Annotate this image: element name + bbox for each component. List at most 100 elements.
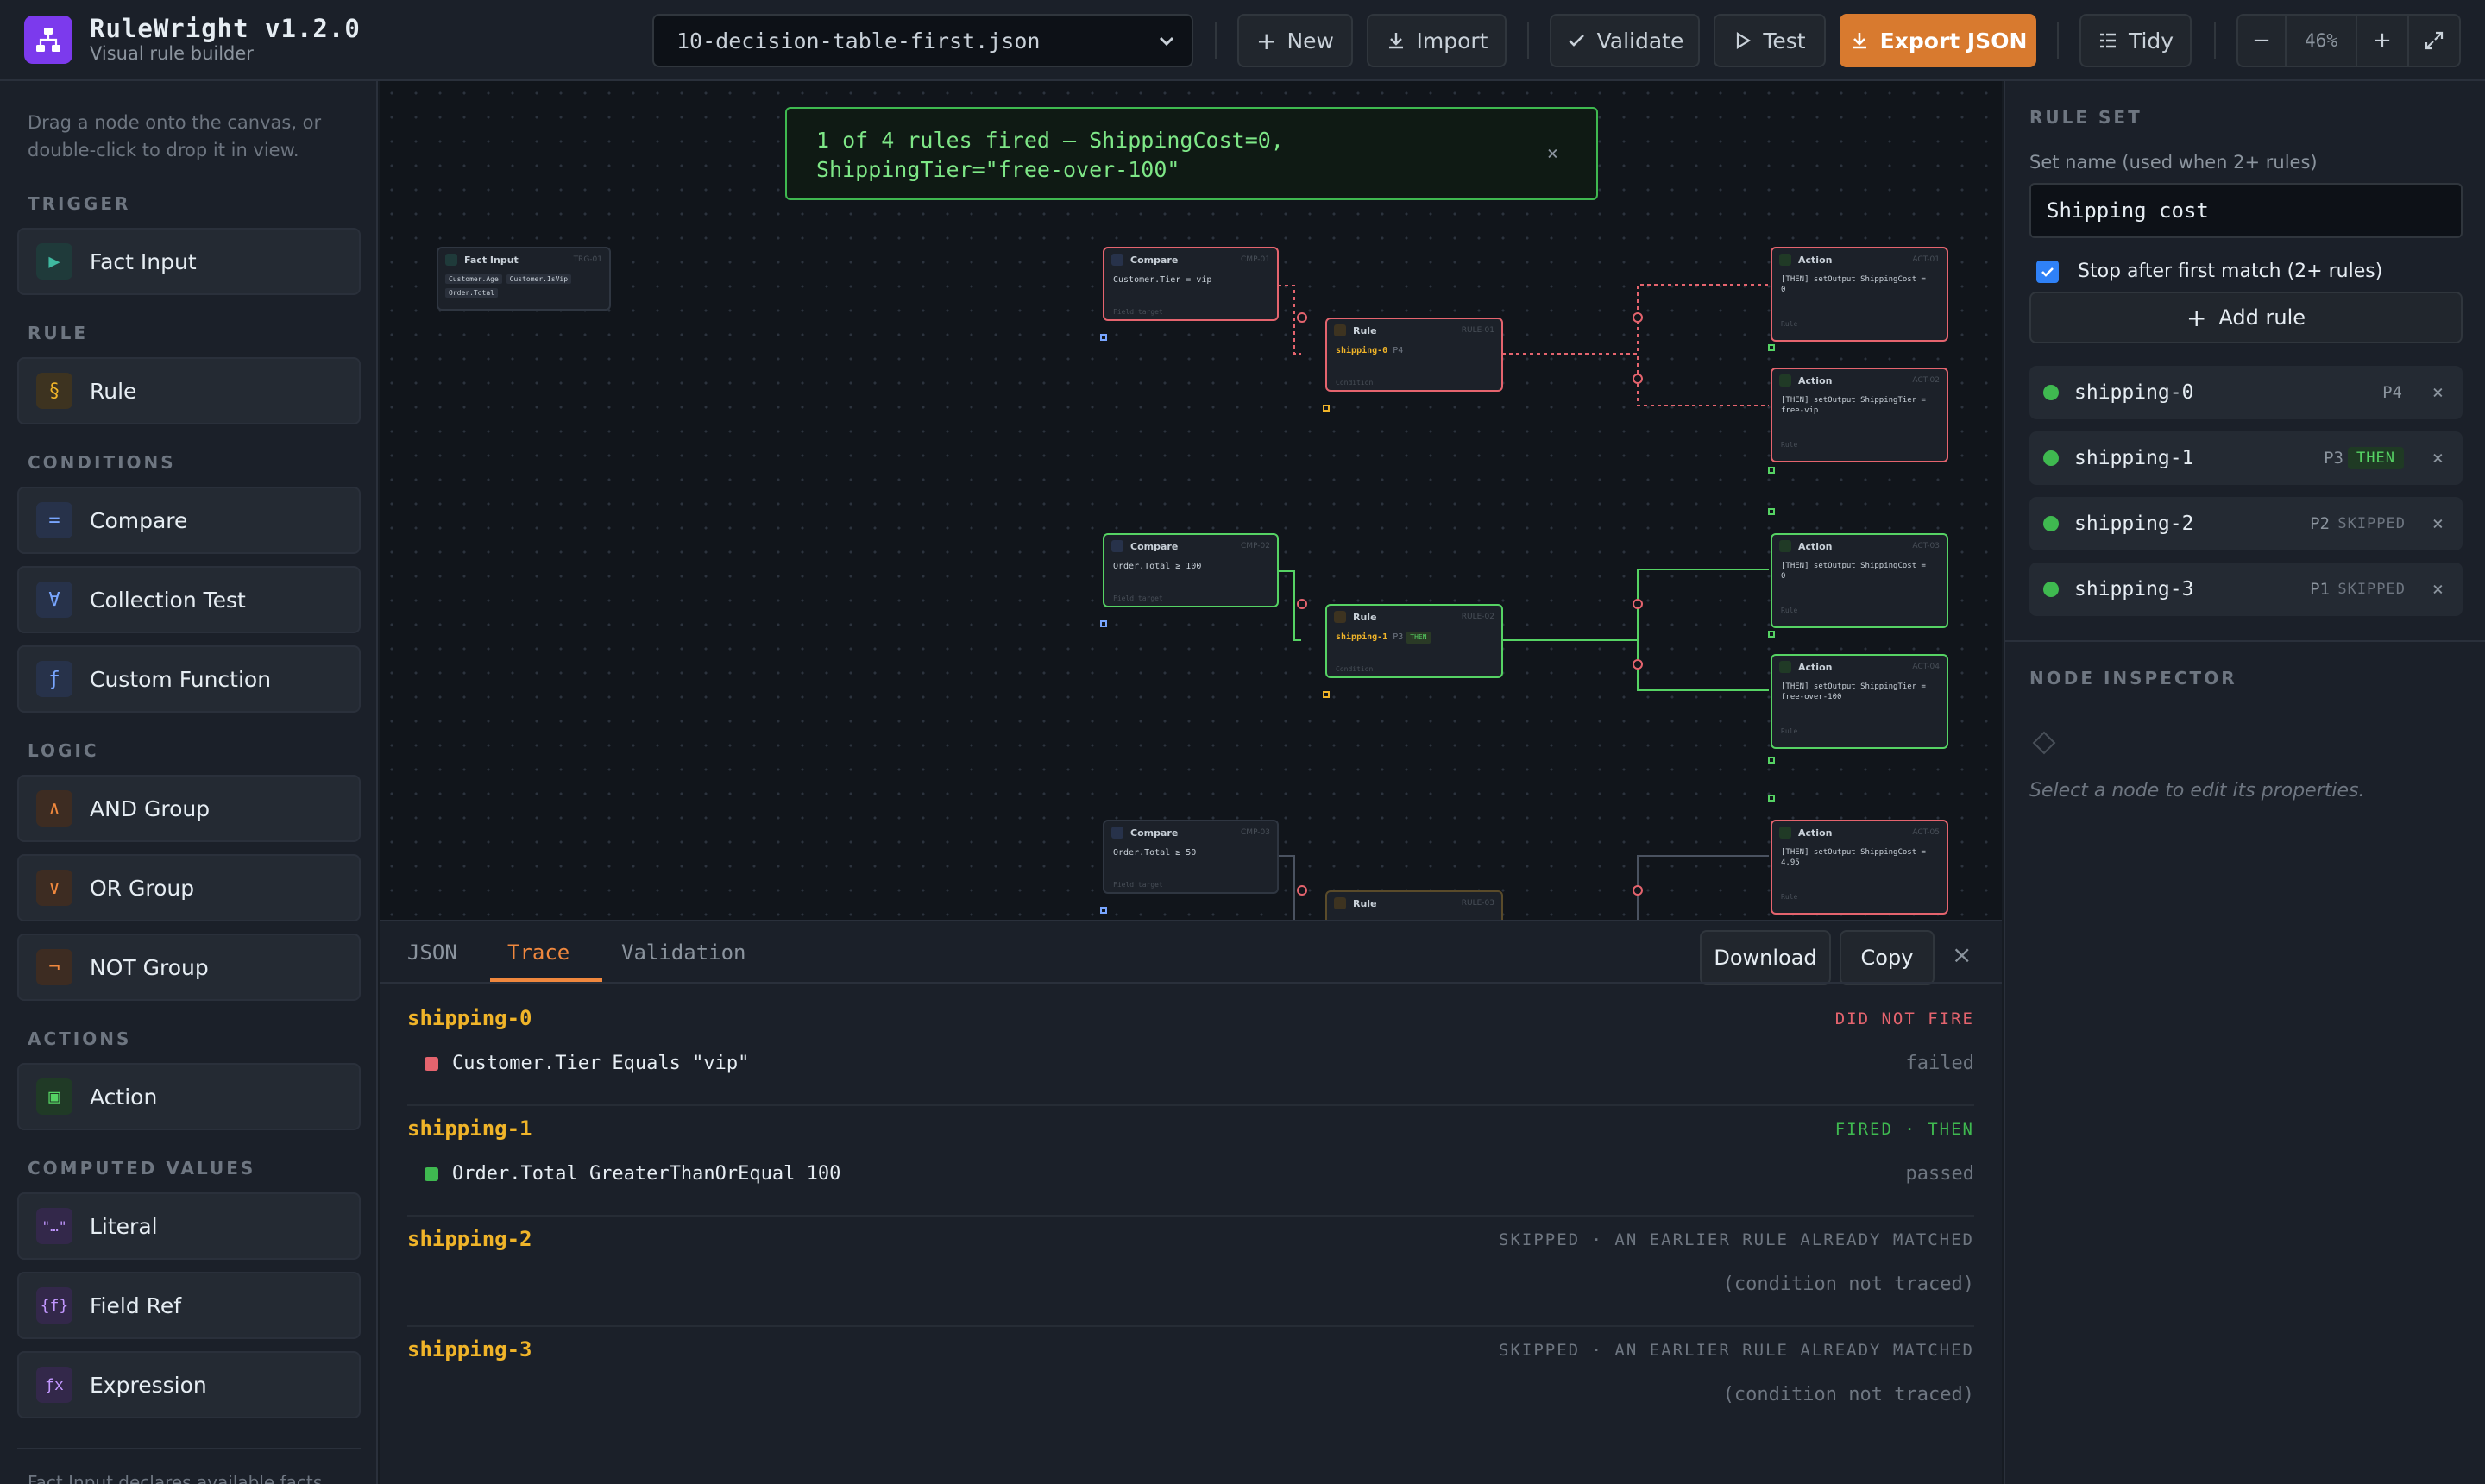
rule-node[interactable]: Rule RULE-01 shipping-0 P4 Condition (1325, 318, 1503, 392)
palette-item-literal[interactable]: "…" Literal (17, 1192, 361, 1260)
action-text: [THEN] setOutput ShippingCost = (1781, 562, 1926, 570)
new-button[interactable]: + New (1237, 14, 1353, 67)
palette-item-fact-input[interactable]: ▶ Fact Input (17, 228, 361, 295)
action-value: 0 (1781, 572, 1786, 581)
validate-button-label: Validate (1596, 28, 1684, 53)
copy-button[interactable]: Copy (1840, 930, 1935, 985)
node-id: ACT-02 (1912, 376, 1940, 385)
stop-after-first-match-checkbox[interactable] (2036, 261, 2059, 283)
compare-icon (1111, 540, 1123, 552)
action-node[interactable]: Action ACT-02 [THEN] setOutput ShippingTi… (1771, 368, 1948, 462)
add-rule-button[interactable]: + Add rule (2029, 292, 2463, 343)
rule-node[interactable]: Rule RULE-02 shipping-1 P3 THEN Condition (1325, 604, 1503, 678)
action-node[interactable]: Action ACT-03 [THEN] setOutput ShippingCo… (1771, 533, 1948, 628)
rule-list-item[interactable]: shipping-3 P1 SKIPPED × (2029, 563, 2463, 616)
remove-rule-button[interactable]: × (2432, 579, 2444, 601)
action-icon (1779, 254, 1791, 266)
edges-layer (1100, 284, 1775, 920)
compare-node[interactable]: Compare CMP-02 Order.Total ≥ 100 Field ta… (1103, 533, 1279, 607)
tab-validation[interactable]: Validation (621, 940, 746, 965)
file-select[interactable]: 10-decision-table-first.json (652, 14, 1193, 67)
rule-list-item[interactable]: shipping-1 P3 THEN × (2029, 431, 2463, 485)
rule-name: shipping-0 (1336, 346, 1388, 355)
palette-item-rule[interactable]: § Rule (17, 357, 361, 424)
palette-item-label: Action (90, 1084, 158, 1110)
action-icon (1779, 661, 1791, 673)
compare-node[interactable]: Compare CMP-01 Customer.Tier = vip Field … (1103, 247, 1279, 321)
palette-item-collection-test[interactable]: ∀ Collection Test (17, 566, 361, 633)
node-title: Action (1798, 254, 1833, 266)
test-result-toast: 1 of 4 rules fired — ShippingCost=0, Shi… (785, 107, 1598, 200)
diamond-icon (2032, 731, 2056, 755)
set-name-input[interactable]: Shipping cost (2029, 183, 2463, 238)
tab-json[interactable]: JSON (407, 940, 457, 965)
fact-chip: Customer.IsVip (506, 274, 572, 284)
export-json-button[interactable]: Export JSON (1840, 14, 2036, 67)
test-button[interactable]: Test (1714, 14, 1826, 67)
rule-list-priority: P3 (2324, 449, 2343, 468)
palette-item-custom-function[interactable]: ƒ Custom Function (17, 645, 361, 713)
trace-divider (407, 1104, 1974, 1106)
palette-item-action[interactable]: ▣ Action (17, 1063, 361, 1130)
close-panel-button[interactable]: × (1952, 940, 1972, 969)
node-footer: Rule (1781, 893, 1798, 901)
action-node[interactable]: Action ACT-01 [THEN] setOutput ShippingCo… (1771, 247, 1948, 342)
trace-status: SKIPPED · AN EARLIER RULE ALREADY MATCHE… (1499, 1230, 1974, 1249)
rule-node[interactable]: Rule RULE-03 (1325, 890, 1503, 920)
zoom-out-button[interactable]: − (2238, 16, 2287, 66)
action-node[interactable]: Action ACT-05 [THEN] setOutput ShippingCo… (1771, 820, 1948, 915)
fact-input-node[interactable]: Fact Input TRG-01 Customer.Age Customer.I… (437, 247, 611, 311)
fit-view-button[interactable] (2409, 16, 2459, 66)
palette-item-and-group[interactable]: ∧ AND Group (17, 775, 361, 842)
validate-button[interactable]: Validate (1550, 14, 1700, 67)
toolbar-divider (2057, 22, 2059, 59)
toast-line: ShippingTier="free-over-100" (816, 157, 1180, 182)
remove-rule-button[interactable]: × (2432, 513, 2444, 535)
download-button[interactable]: Download (1700, 930, 1831, 985)
node-title: Action (1798, 827, 1833, 839)
action-node[interactable]: Action ACT-04 [THEN] setOutput ShippingTi… (1771, 654, 1948, 749)
rule-canvas[interactable]: Fact Input TRG-01 Customer.Age Customer.I… (380, 81, 2002, 920)
node-id: CMP-03 (1241, 828, 1270, 837)
rule-name: shipping-1 (1336, 632, 1388, 642)
node-id: RULE-03 (1461, 899, 1494, 908)
node-title: Action (1798, 540, 1833, 552)
palette-item-label: Field Ref (90, 1292, 182, 1318)
pass-indicator (425, 1166, 438, 1181)
zoom-in-button[interactable]: + (2357, 16, 2409, 66)
tidy-button[interactable]: Tidy (2079, 14, 2192, 67)
node-id: CMP-01 (1241, 255, 1270, 264)
trace-condition: Customer.Tier Equals "vip" (452, 1053, 750, 1074)
palette-item-compare[interactable]: = Compare (17, 487, 361, 554)
remove-rule-button[interactable]: × (2432, 382, 2444, 404)
palette-item-field-ref[interactable]: {f} Field Ref (17, 1272, 361, 1339)
output-panel: JSON Trace Validation Download Copy × sh… (380, 920, 2002, 1484)
trace-result: failed (1905, 1053, 1974, 1074)
palette-item-or-group[interactable]: ∨ OR Group (17, 854, 361, 921)
check-icon (2041, 267, 2054, 277)
rule-status-dot (2043, 385, 2059, 400)
rule-list-item[interactable]: shipping-2 P2 SKIPPED × (2029, 497, 2463, 550)
toast-close-button[interactable]: × (1547, 140, 1558, 169)
rule-list-priority: P2 (2310, 514, 2330, 533)
remove-rule-button[interactable]: × (2432, 448, 2444, 469)
palette-divider (17, 1448, 361, 1449)
tab-trace[interactable]: Trace (507, 940, 569, 965)
top-toolbar: RuleWright v1.2.0 Visual rule builder 10… (0, 0, 2485, 81)
section-actions: ACTIONS (28, 1028, 132, 1049)
rule-list-item[interactable]: shipping-0 P4 × (2029, 366, 2463, 419)
palette-item-expression[interactable]: ƒx Expression (17, 1351, 361, 1418)
zoom-level: 46% (2287, 16, 2357, 66)
import-button[interactable]: Import (1367, 14, 1507, 67)
node-footer: Condition (1336, 665, 1374, 673)
inspector-empty-text: Select a node to edit its properties. (2029, 780, 2365, 802)
action-value: free-vip (1781, 406, 1819, 415)
toolbar-divider (1215, 22, 1217, 59)
node-title: Rule (1353, 897, 1377, 909)
compare-node[interactable]: Compare CMP-03 Order.Total ≥ 50 Field tar… (1103, 820, 1279, 894)
node-inspector-heading: NODE INSPECTOR (2029, 668, 2237, 689)
palette-item-label: Custom Function (90, 666, 272, 692)
set-name-label: Set name (used when 2+ rules) (2029, 152, 2318, 173)
rule-priority: P3 (1393, 632, 1404, 642)
palette-item-not-group[interactable]: ¬ NOT Group (17, 934, 361, 1001)
